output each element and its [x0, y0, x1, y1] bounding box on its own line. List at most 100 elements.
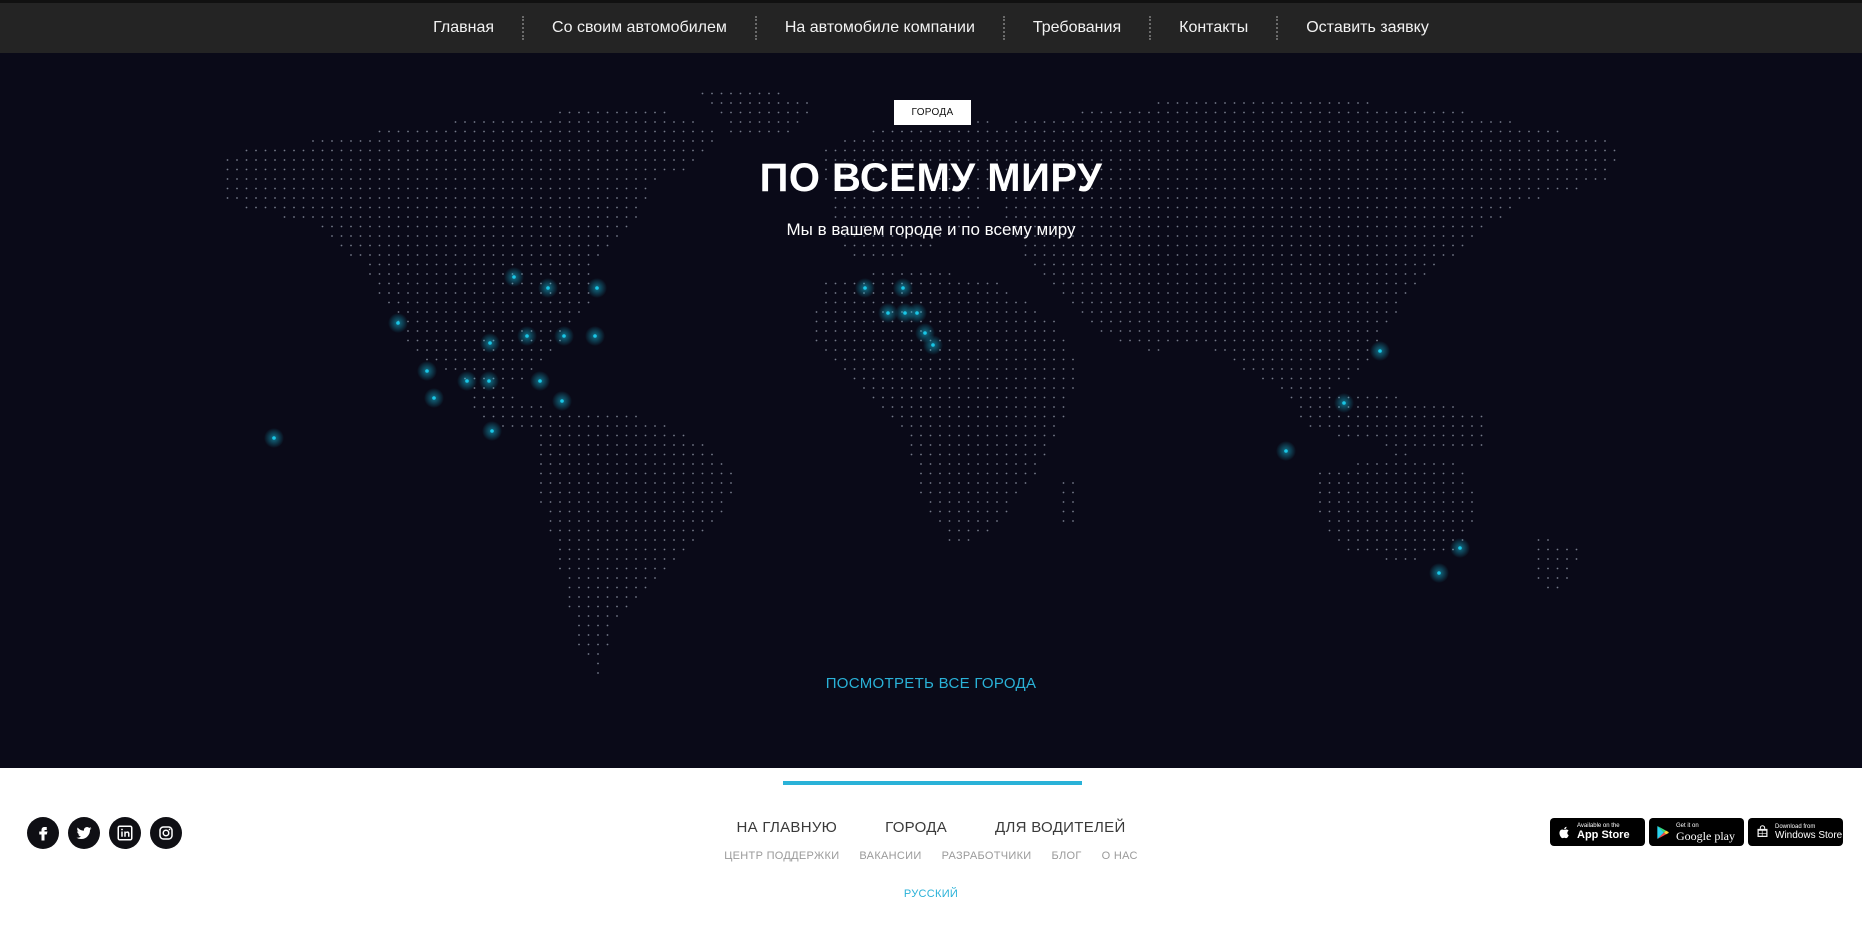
- map-dot: [948, 425, 951, 427]
- map-dot: [1357, 111, 1359, 114]
- map-dot: [483, 244, 485, 247]
- map-dot: [1138, 216, 1141, 218]
- map-dot: [1376, 111, 1378, 114]
- nav-item-home[interactable]: Главная: [405, 19, 522, 37]
- map-dot: [1053, 130, 1055, 133]
- footer-link-about[interactable]: О НАС: [1092, 850, 1148, 862]
- nav-item-own-car[interactable]: Со своим автомобилем: [524, 19, 755, 37]
- map-dot: [1262, 320, 1264, 323]
- map-dot: [1214, 140, 1217, 142]
- map-dot: [1100, 121, 1103, 123]
- map-dot: [321, 149, 324, 152]
- footer-link-home[interactable]: НА ГЛАВНУЮ: [712, 819, 861, 836]
- map-dot: [1290, 216, 1293, 218]
- top-navigation: Главная Со своим автомобилем На автомоби…: [0, 0, 1862, 53]
- map-dot: [578, 624, 580, 627]
- map-dot: [416, 273, 419, 275]
- map-dot: [1452, 254, 1454, 256]
- map-dot: [1015, 425, 1017, 427]
- map-dot: [834, 320, 837, 323]
- map-dot: [1319, 387, 1321, 389]
- map-dot: [929, 463, 932, 465]
- map-dot: [1575, 149, 1578, 152]
- footer-link-cities[interactable]: ГОРОДА: [861, 819, 971, 836]
- footer-link-drivers[interactable]: ДЛЯ ВОДИТЕЛЕЙ: [971, 819, 1149, 836]
- map-dot: [1290, 263, 1293, 266]
- map-dot: [1062, 263, 1065, 266]
- map-dot: [388, 292, 390, 294]
- map-dot: [1309, 149, 1312, 152]
- map-dot: [435, 349, 438, 351]
- map-dot: [644, 501, 647, 503]
- map-dot: [454, 320, 457, 323]
- map-dot: [948, 453, 951, 456]
- map-dot: [1176, 263, 1179, 266]
- map-dot: [1442, 254, 1445, 256]
- map-dot: [1062, 339, 1065, 342]
- map-dot: [1290, 339, 1293, 342]
- map-dot: [416, 292, 419, 294]
- map-dot: [996, 396, 998, 399]
- map-dot: [853, 301, 856, 304]
- map-dot: [863, 301, 865, 304]
- nav-item-contacts[interactable]: Контакты: [1151, 19, 1276, 37]
- map-dot: [1167, 206, 1169, 209]
- map-dot: [530, 368, 533, 370]
- map-dot: [1262, 216, 1264, 218]
- map-dot: [967, 491, 970, 494]
- windows-store-button[interactable]: Download from Windows Store: [1748, 818, 1843, 846]
- app-store-button[interactable]: Available on the App Store: [1550, 818, 1645, 846]
- map-dot: [663, 149, 666, 152]
- map-dot: [1195, 216, 1198, 218]
- map-dot: [1366, 102, 1369, 104]
- map-dot: [1062, 121, 1065, 123]
- city-marker: [538, 379, 542, 383]
- map-dot: [1395, 453, 1397, 456]
- map-dot: [730, 111, 732, 114]
- map-dot: [986, 510, 989, 513]
- map-dot: [901, 358, 903, 361]
- map-dot: [939, 282, 941, 285]
- map-dot: [1442, 472, 1445, 475]
- map-dot: [1233, 301, 1236, 304]
- nav-item-apply[interactable]: Оставить заявку: [1278, 19, 1457, 37]
- map-dot: [673, 472, 675, 475]
- map-dot: [673, 130, 675, 133]
- map-dot: [920, 387, 922, 389]
- map-dot: [511, 263, 514, 266]
- nav-item-company-car[interactable]: На автомобиле компании: [757, 19, 1003, 37]
- footer-link-vacancies[interactable]: ВАКАНСИИ: [849, 850, 931, 862]
- language-selector[interactable]: РУССКИЙ: [904, 888, 958, 900]
- map-dot: [1119, 216, 1122, 218]
- map-dot: [559, 216, 561, 218]
- map-dot: [1404, 444, 1407, 446]
- footer-link-blog[interactable]: БЛОГ: [1041, 850, 1091, 862]
- map-dot: [511, 130, 514, 133]
- map-dot: [1338, 358, 1340, 361]
- map-dot: [540, 453, 542, 456]
- nav-item-requirements[interactable]: Требования: [1005, 19, 1149, 37]
- map-dot: [1186, 254, 1188, 256]
- google-play-button[interactable]: Get it on Google play: [1649, 818, 1744, 846]
- map-dot: [397, 263, 400, 266]
- map-dot: [996, 387, 998, 389]
- map-dot: [464, 130, 466, 133]
- map-dot: [1072, 510, 1074, 513]
- map-dot: [1271, 330, 1274, 332]
- map-dot: [882, 349, 884, 351]
- footer-link-developers[interactable]: РАЗРАБОТЧИКИ: [932, 850, 1042, 862]
- map-dot: [1480, 216, 1483, 218]
- map-dot: [521, 320, 523, 323]
- map-dot: [1062, 206, 1065, 209]
- map-dot: [1233, 206, 1236, 209]
- map-dot: [1309, 102, 1312, 104]
- footer-link-support[interactable]: ЦЕНТР ПОДДЕРЖКИ: [714, 850, 849, 862]
- map-dot: [882, 254, 884, 256]
- map-dot: [1338, 121, 1340, 123]
- map-dot: [1319, 406, 1321, 408]
- map-dot: [521, 263, 523, 266]
- map-dot: [948, 396, 951, 399]
- map-dot: [1328, 339, 1331, 342]
- view-all-cities-link[interactable]: ПОСМОТРЕТЬ ВСЕ ГОРОДА: [826, 675, 1037, 692]
- map-dot: [1176, 282, 1179, 285]
